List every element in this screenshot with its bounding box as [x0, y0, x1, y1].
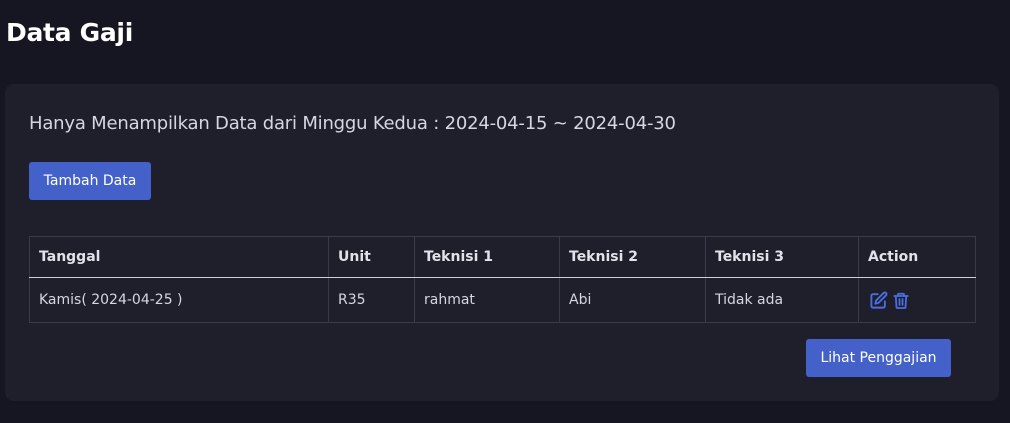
view-payroll-button[interactable]: Lihat Penggajian — [806, 339, 951, 377]
table-header-row: Tanggal Unit Teknisi 1 Teknisi 2 Teknisi… — [29, 236, 976, 278]
column-header-unit: Unit — [328, 236, 415, 278]
page-title: Data Gaji — [6, 18, 133, 47]
table-row: Kamis( 2024-04-25 ) R35 rahmat Abi Tidak… — [29, 277, 976, 323]
column-header-teknisi-2: Teknisi 2 — [559, 236, 706, 278]
cell-teknisi-3: Tidak ada — [705, 277, 859, 323]
add-data-button[interactable]: Tambah Data — [29, 162, 151, 200]
cell-teknisi-2: Abi — [559, 277, 706, 323]
salary-table: Tanggal Unit Teknisi 1 Teknisi 2 Teknisi… — [29, 236, 976, 323]
column-header-action: Action — [858, 236, 976, 278]
cell-teknisi-1: rahmat — [414, 277, 560, 323]
row-actions — [868, 290, 966, 310]
salary-card: Hanya Menampilkan Data dari Minggu Kedua… — [5, 84, 999, 401]
column-header-teknisi-3: Teknisi 3 — [705, 236, 859, 278]
cell-unit: R35 — [328, 277, 415, 323]
edit-icon[interactable] — [868, 290, 888, 310]
trash-icon[interactable] — [891, 290, 911, 310]
date-range-info: Hanya Menampilkan Data dari Minggu Kedua… — [29, 113, 676, 134]
column-header-teknisi-1: Teknisi 1 — [414, 236, 560, 278]
cell-action — [858, 277, 976, 323]
cell-tanggal: Kamis( 2024-04-25 ) — [29, 277, 329, 323]
column-header-tanggal: Tanggal — [29, 236, 329, 278]
